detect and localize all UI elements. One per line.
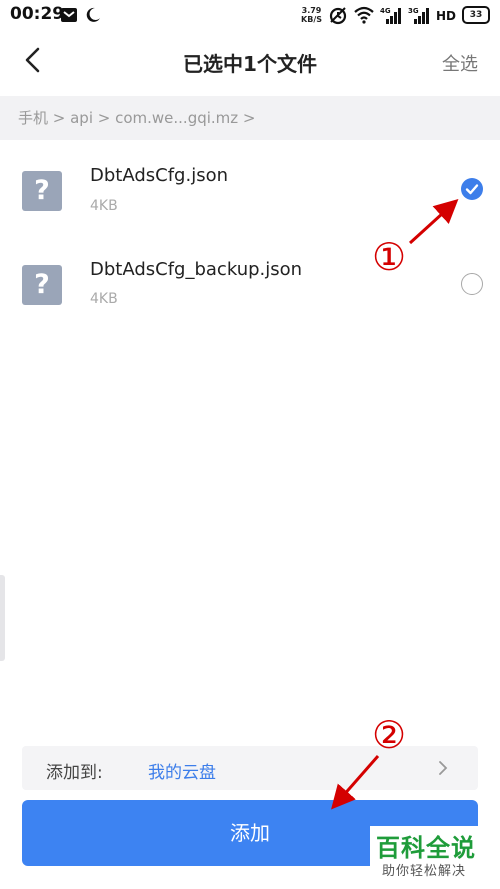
signal-3g-icon: 3G [408, 7, 429, 24]
status-time: 00:29 [10, 4, 65, 24]
select-all-button[interactable]: 全选 [442, 50, 478, 76]
status-bar: 00:29 3.79 KB/S 4G 3G HD 33 [0, 0, 500, 30]
wifi-icon [354, 6, 374, 24]
watermark-subtitle: 助你轻松解决 [382, 864, 467, 879]
back-arrow-icon[interactable] [18, 44, 50, 76]
file-size: 4KB [90, 198, 118, 214]
checkbox-checked-icon[interactable] [461, 178, 483, 200]
file-row-dbtadscfg[interactable]: ? DbtAdsCfg.json 4KB [0, 141, 500, 235]
battery-level: 33 [469, 10, 483, 20]
header: 已选中1个文件 全选 [0, 30, 500, 94]
network-speed-value: 3.79 [301, 6, 322, 15]
destination-selector[interactable]: 添加到: 我的云盘 [22, 746, 478, 790]
checkmark-icon [465, 184, 479, 195]
status-right-icons: 3.79 KB/S 4G 3G HD 33 [301, 5, 490, 25]
annotation-one: ① [372, 235, 407, 279]
watermark-title: 百科全说 [376, 834, 476, 862]
destination-label: 添加到: [46, 763, 103, 783]
network-speed: 3.79 KB/S [301, 6, 322, 24]
status-left-icons [60, 6, 102, 24]
alarm-icon [329, 7, 347, 25]
unknown-file-icon: ? [22, 265, 62, 305]
svg-text:3G: 3G [408, 7, 419, 15]
network-speed-unit: KB/S [301, 15, 322, 24]
moon-icon [86, 7, 100, 22]
unknown-file-icon: ? [22, 171, 62, 211]
destination-value: 我的云盘 [148, 763, 216, 783]
checkbox-unchecked-icon[interactable] [461, 273, 483, 295]
svg-text:HD: HD [436, 9, 456, 23]
hd-icon: HD [436, 9, 456, 23]
battery-icon: 33 [462, 6, 490, 24]
svg-text:4G: 4G [380, 7, 391, 15]
chevron-right-icon [439, 761, 448, 775]
breadcrumb[interactable]: 手机 > api > com.we...gqi.mz > [0, 96, 500, 140]
watermark-logo: 百科全说 助你轻松解决 [370, 826, 496, 884]
file-row-dbtadscfg-backup[interactable]: ? DbtAdsCfg_backup.json 4KB [0, 237, 500, 331]
file-size: 4KB [90, 291, 118, 307]
file-name: DbtAdsCfg_backup.json [90, 259, 303, 280]
signal-4g-icon: 4G [380, 7, 401, 24]
message-icon [61, 8, 77, 22]
page-title: 已选中1个文件 [183, 52, 317, 76]
file-name: DbtAdsCfg.json [90, 165, 228, 186]
edge-handle[interactable] [0, 575, 5, 661]
annotation-two: ② [372, 713, 407, 757]
